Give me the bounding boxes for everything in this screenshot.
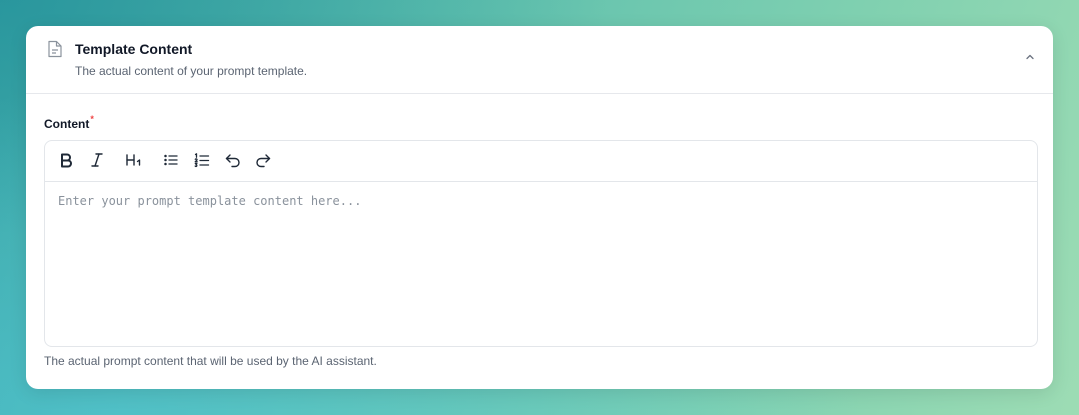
card-title: Template Content (75, 41, 193, 57)
content-input[interactable] (45, 182, 1037, 346)
required-mark: * (90, 114, 94, 124)
content-label: Content* (44, 114, 94, 131)
heading-1-icon (125, 151, 143, 174)
card-description: The actual content of your prompt templa… (75, 64, 308, 78)
heading-1-button[interactable] (122, 150, 146, 174)
editor-body (45, 182, 1037, 346)
redo-icon (254, 151, 272, 174)
rich-text-editor (44, 140, 1038, 347)
italic-button[interactable] (85, 150, 109, 174)
ordered-list-icon (193, 151, 211, 174)
bold-button[interactable] (54, 150, 78, 174)
bold-icon (57, 151, 75, 174)
undo-button[interactable] (221, 150, 245, 174)
undo-icon (224, 151, 242, 174)
template-content-card: Template Content The actual content of y… (26, 26, 1053, 389)
editor-toolbar (45, 141, 1037, 182)
collapse-button[interactable] (1021, 50, 1039, 68)
content-label-text: Content (44, 117, 90, 131)
bullet-list-button[interactable] (159, 150, 183, 174)
helper-text: The actual prompt content that will be u… (44, 354, 377, 368)
italic-icon (88, 151, 106, 174)
document-icon (47, 40, 63, 58)
redo-button[interactable] (251, 150, 275, 174)
bullet-list-icon (162, 151, 180, 174)
ordered-list-button[interactable] (190, 150, 214, 174)
card-header: Template Content The actual content of y… (26, 26, 1053, 94)
chevron-up-icon (1024, 50, 1036, 68)
